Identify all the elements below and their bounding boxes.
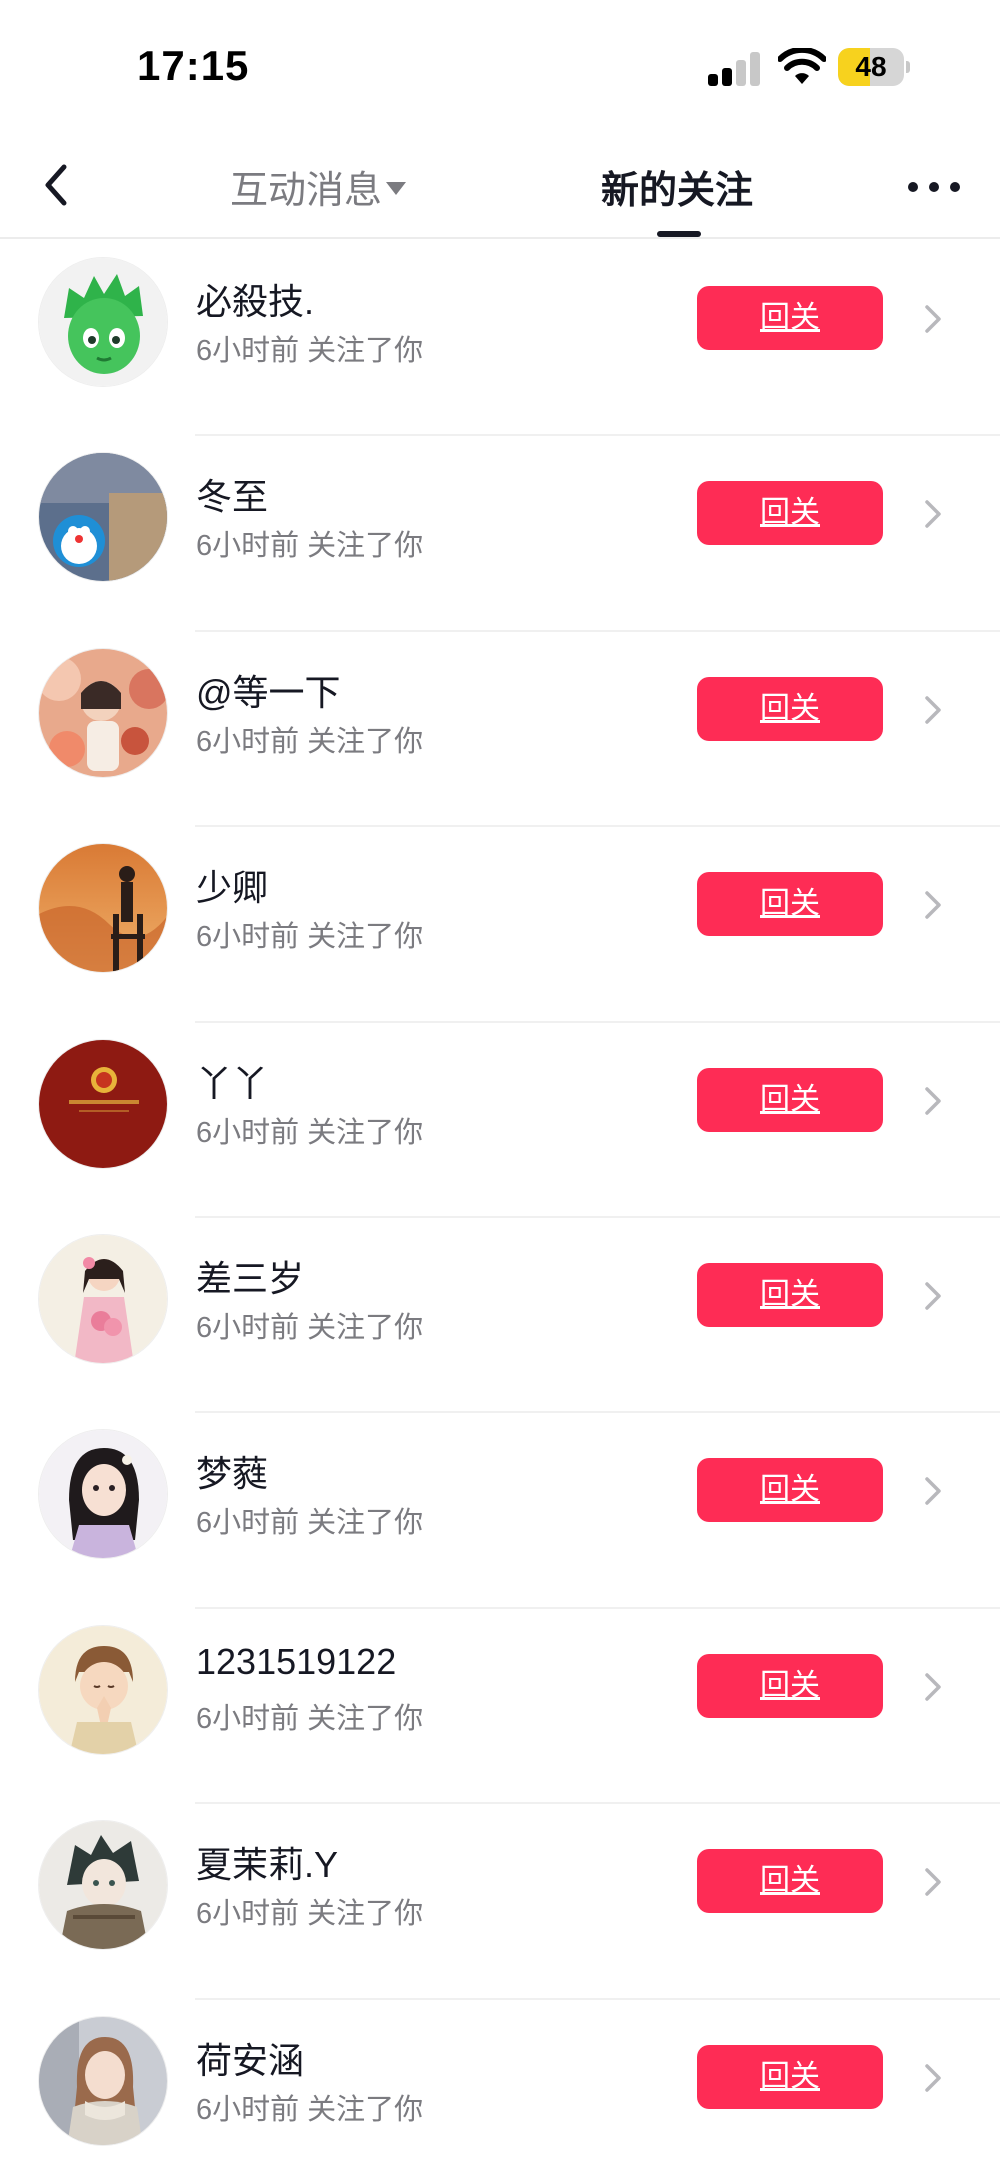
follow-back-button[interactable]: 回关 [697,1849,883,1914]
silhouette-sunset-avatar[interactable] [38,843,168,974]
follow-back-button[interactable]: 回关 [697,286,883,350]
chevron-right-icon[interactable] [920,692,946,728]
back-arrow-icon[interactable] [28,155,88,215]
red-emblem-avatar[interactable] [38,1038,168,1169]
follower-row[interactable]: 梦蕤 6小时前 关注了你 回关 [0,1413,1000,1609]
chevron-right-icon[interactable] [920,2060,946,2096]
chevron-right-icon[interactable] [920,1083,946,1119]
follow-time: 6小时前 关注了你 [196,1898,424,1931]
status-time: 17:15 [137,42,250,89]
tab-label: 新的关注 [601,170,754,212]
follower-row[interactable]: 1231519122 6小时前 关注了你 回关 [0,1609,1000,1805]
follow-back-button[interactable]: 回关 [697,676,883,741]
chevron-right-icon[interactable] [920,887,946,923]
tab-label: 互动消息 [230,170,383,212]
follow-back-button[interactable]: 回关 [697,872,883,937]
green-mascot-avatar[interactable] [38,257,168,387]
follower-name: @等一下 [196,671,341,713]
follower-name: 必殺技. [196,281,315,322]
follow-back-button[interactable]: 回关 [697,1262,883,1327]
caret-down-icon [386,182,407,196]
doraemon-avatar[interactable] [38,452,168,583]
follow-time: 6小时前 关注了你 [196,725,424,758]
follow-time: 6小时前 关注了你 [196,530,424,563]
follow-back-button[interactable]: 回关 [697,481,883,546]
follower-name: 差三岁 [196,1257,305,1299]
chevron-right-icon[interactable] [920,496,946,532]
follower-row[interactable]: 差三岁 6小时前 关注了你 回关 [0,1218,1000,1414]
follow-time: 6小时前 关注了你 [196,2093,424,2126]
follow-back-button[interactable]: 回关 [697,1458,883,1523]
chevron-right-icon[interactable] [920,1278,946,1314]
follow-time: 6小时前 关注了你 [196,335,424,367]
status-bar: 17:15 48 [0,0,1000,135]
nav-bar: 互动消息 新的关注 [0,135,1000,239]
follower-row[interactable]: 少卿 6小时前 关注了你 回关 [0,827,1000,1023]
follow-back-button[interactable]: 回关 [697,1653,883,1718]
chevron-right-icon[interactable] [920,1864,946,1900]
cellular-signal-icon [708,52,762,86]
girl-flowers-avatar[interactable] [38,647,168,778]
anime-girl-avatar[interactable] [38,1429,168,1560]
active-tab-indicator [657,231,701,237]
battery-level: 48 [855,51,887,82]
follow-time: 6小时前 关注了你 [196,1702,424,1735]
tab-new-follows[interactable]: 新的关注 [601,159,753,214]
follower-name: 丫丫 [196,1062,269,1104]
follower-row[interactable]: 夏茉莉.Y 6小时前 关注了你 回关 [0,1804,1000,2000]
follower-name: 夏茉莉.Y [196,1844,339,1886]
follower-row[interactable]: 冬至 6小时前 关注了你 回关 [0,436,1000,632]
follower-list: 必殺技. 6小时前 关注了你 回关 冬至 6小时前 关注了你 回关 @等一下 6… [0,241,1000,2168]
follow-time: 6小时前 关注了你 [196,1507,424,1540]
follow-time: 6小时前 关注了你 [196,921,424,954]
follow-time: 6小时前 关注了你 [196,1116,424,1149]
tab-interaction-messages[interactable]: 互动消息 [230,159,407,214]
follower-row[interactable]: 荷安涵 6小时前 关注了你 回关 [0,2000,1000,2168]
girl-pink-dress-avatar[interactable] [38,1233,168,1364]
more-options-icon[interactable] [900,165,968,205]
follower-name: 少卿 [196,867,269,909]
follow-time: 6小时前 关注了你 [196,1311,424,1344]
chevron-right-icon[interactable] [920,301,946,337]
follower-name: 1231519122 [196,1640,397,1682]
follower-row[interactable]: 必殺技. 6小时前 关注了你 回关 [0,241,1000,437]
anime-boy-avatar[interactable] [38,1820,168,1951]
girl-scarf-avatar[interactable] [38,2015,168,2146]
follower-name: 荷安涵 [196,2039,305,2081]
follow-back-button[interactable]: 回关 [697,2044,883,2109]
follower-row[interactable]: @等一下 6小时前 关注了你 回关 [0,632,1000,828]
chevron-right-icon[interactable] [920,1473,946,1509]
follow-back-button[interactable]: 回关 [697,1067,883,1132]
battery-icon: 48 [838,48,910,86]
chevron-right-icon[interactable] [920,1669,946,1705]
follower-name: 梦蕤 [196,1453,269,1495]
follower-row[interactable]: 丫丫 6小时前 关注了你 回关 [0,1023,1000,1218]
wifi-icon [778,48,826,84]
praying-boy-avatar[interactable] [38,1624,168,1755]
follower-name: 冬至 [196,476,269,518]
